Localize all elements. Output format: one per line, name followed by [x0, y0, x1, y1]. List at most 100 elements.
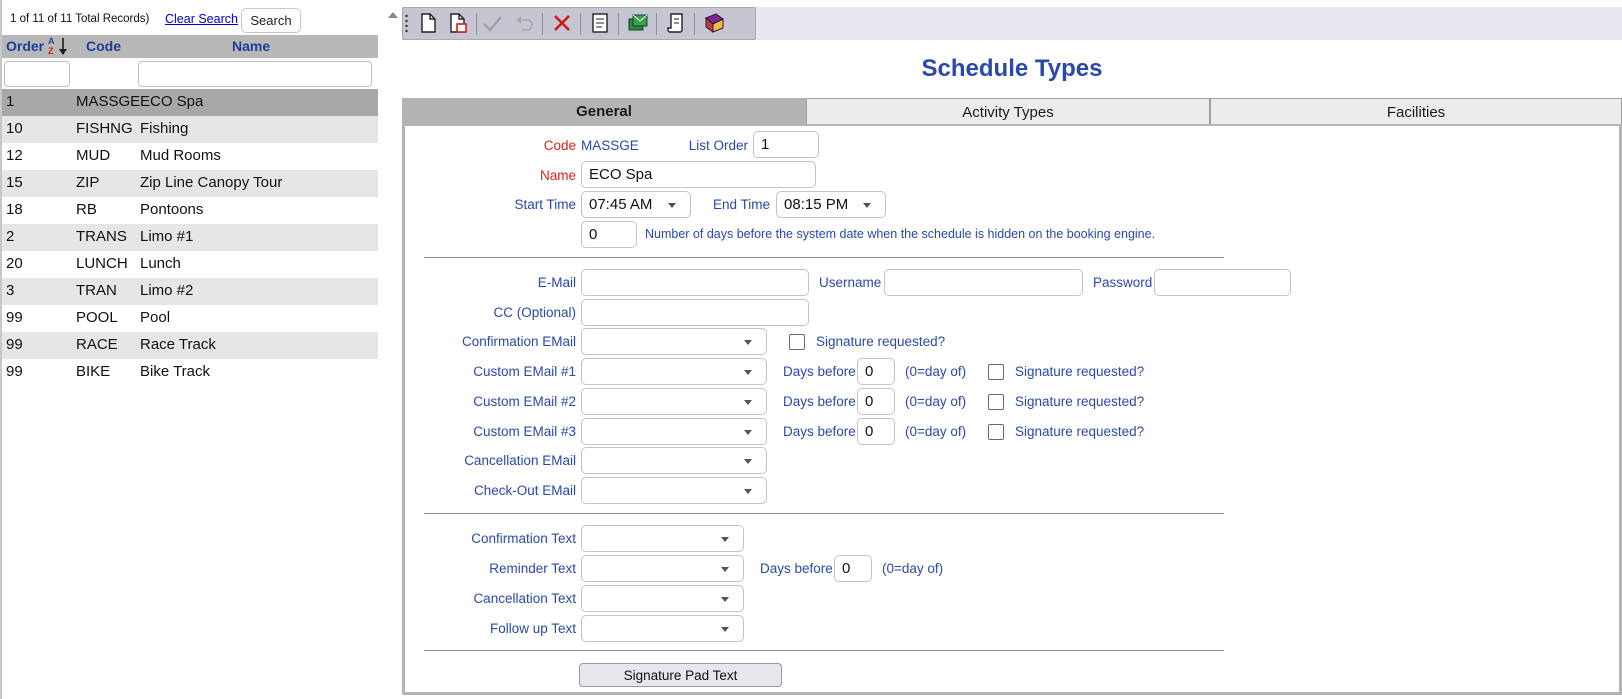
reminder-days-label: Days before [760, 561, 833, 576]
column-header-code[interactable]: Code [86, 38, 121, 54]
tab-general[interactable]: General [402, 98, 806, 125]
row-name-cell: Lunch [140, 255, 181, 272]
row-code-cell: TRAN [76, 282, 117, 299]
section-divider [424, 257, 1224, 258]
cc-input[interactable] [581, 299, 809, 326]
table-row[interactable]: 99 BIKE Bike Track [2, 359, 378, 386]
custom-email-2-select[interactable] [581, 388, 767, 415]
help-book-icon[interactable] [702, 11, 726, 35]
chevron-down-icon [668, 203, 676, 208]
name-input[interactable]: ECO Spa [581, 161, 816, 188]
start-time-label: Start Time [514, 197, 576, 212]
follow-up-text-select[interactable] [581, 615, 744, 642]
checkout-email-select[interactable] [581, 477, 767, 504]
chevron-down-icon [744, 430, 752, 435]
reminder-days-input[interactable]: 0 [834, 555, 872, 582]
confirmation-email-select[interactable] [581, 328, 767, 355]
custom-email-2-signature-checkbox[interactable] [988, 394, 1004, 410]
reminder-text-select[interactable] [581, 555, 744, 582]
custom-email-3-signature-checkbox[interactable] [988, 424, 1004, 440]
days-hidden-input[interactable]: 0 [581, 221, 637, 248]
chevron-down-icon [744, 459, 752, 464]
custom-email-1-signature-checkbox[interactable] [988, 364, 1004, 380]
order-filter-input[interactable] [4, 61, 70, 87]
row-code-cell: BIKE [76, 363, 111, 380]
custom-email-3-day-of-hint: (0=day of) [905, 424, 967, 439]
chevron-down-icon [744, 489, 752, 494]
chevron-down-icon [744, 400, 752, 405]
confirmation-text-select[interactable] [581, 525, 744, 552]
custom-email-2-days-input[interactable]: 0 [857, 388, 895, 415]
table-row[interactable]: 99 POOL Pool [2, 305, 378, 332]
custom-email-1-select[interactable] [581, 358, 767, 385]
username-input[interactable] [884, 269, 1083, 296]
scroll-up-arrow-icon[interactable] [388, 12, 398, 18]
tab-activity-types[interactable]: Activity Types [806, 98, 1210, 125]
table-row[interactable]: 20 LUNCH Lunch [2, 251, 378, 278]
follow-up-text-label: Follow up Text [489, 621, 576, 636]
row-code-cell: MASSGE [76, 93, 141, 110]
table-row[interactable]: 99 RACE Race Track [2, 332, 378, 359]
table-row[interactable]: 10 FISHNG Fishing [2, 116, 378, 143]
clear-search-link[interactable]: Clear Search [165, 12, 238, 26]
table-row[interactable]: 12 MUD Mud Rooms [2, 143, 378, 170]
row-name-cell: ECO Spa [140, 93, 204, 110]
row-code-cell: POOL [76, 309, 118, 326]
password-input[interactable] [1154, 269, 1291, 296]
row-code-cell: ZIP [76, 174, 100, 191]
custom-email-3-select[interactable] [581, 418, 767, 445]
copy-record-icon[interactable] [446, 11, 470, 35]
cancellation-text-select[interactable] [581, 585, 744, 612]
svg-text:A: A [48, 36, 55, 46]
row-order-cell: 10 [6, 120, 23, 137]
cancellation-email-select[interactable] [581, 447, 767, 474]
email-label: E-Mail [537, 275, 576, 290]
search-button[interactable]: Search [241, 8, 301, 33]
end-time-select[interactable]: 08:15 PM [776, 191, 886, 218]
row-name-cell: Fishing [140, 120, 189, 137]
table-row[interactable]: 1 MASSGE ECO Spa [2, 89, 378, 116]
row-order-cell: 3 [6, 282, 15, 299]
name-filter-input[interactable] [138, 61, 372, 87]
custom-email-3-label: Custom EMail #3 [473, 424, 576, 439]
script-icon[interactable] [664, 11, 688, 35]
toolbar-separator [694, 13, 695, 35]
delete-icon[interactable] [550, 11, 574, 35]
row-code-cell: MUD [76, 147, 111, 164]
email-input[interactable] [581, 269, 809, 296]
start-time-value: 07:45 AM [589, 196, 653, 213]
report-icon[interactable] [588, 11, 612, 35]
row-code-cell: RACE [76, 336, 118, 353]
password-label: Password [1093, 275, 1153, 290]
tab-facilities[interactable]: Facilities [1210, 98, 1622, 125]
confirmation-signature-checkbox[interactable] [789, 334, 805, 350]
end-time-label: End Time [712, 197, 770, 212]
chevron-down-icon [744, 340, 752, 345]
signature-pad-text-button[interactable]: Signature Pad Text [579, 663, 782, 687]
table-row[interactable]: 18 RB Pontoons [2, 197, 378, 224]
save-icon[interactable] [480, 11, 504, 35]
custom-email-3-days-input[interactable]: 0 [857, 418, 895, 445]
reminder-text-label: Reminder Text [489, 561, 576, 576]
row-name-cell: Limo #2 [140, 282, 194, 299]
column-header-order[interactable]: Order [6, 38, 44, 54]
custom-email-2-signature-label: Signature requested? [1015, 394, 1145, 409]
row-code-cell: TRANS [76, 228, 127, 245]
undo-icon[interactable] [512, 11, 536, 35]
cc-label: CC (Optional) [493, 305, 576, 320]
custom-email-1-days-input[interactable]: 0 [857, 358, 895, 385]
column-header-name[interactable]: Name [232, 38, 270, 54]
new-record-icon[interactable] [416, 11, 440, 35]
list-order-input[interactable]: 1 [753, 131, 819, 158]
toolbar-separator [476, 13, 477, 35]
custom-email-3-days-label: Days before [783, 424, 856, 439]
table-row[interactable]: 2 TRANS Limo #1 [2, 224, 378, 251]
email-icon[interactable] [626, 11, 650, 35]
table-row[interactable]: 3 TRAN Limo #2 [2, 278, 378, 305]
row-name-cell: Bike Track [140, 363, 211, 380]
sort-ascending-icon[interactable]: A Z [48, 36, 70, 56]
start-time-select[interactable]: 07:45 AM [581, 191, 691, 218]
row-order-cell: 20 [6, 255, 23, 272]
toolbar-grip-icon[interactable] [405, 14, 408, 34]
table-row[interactable]: 15 ZIP Zip Line Canopy Tour [2, 170, 378, 197]
